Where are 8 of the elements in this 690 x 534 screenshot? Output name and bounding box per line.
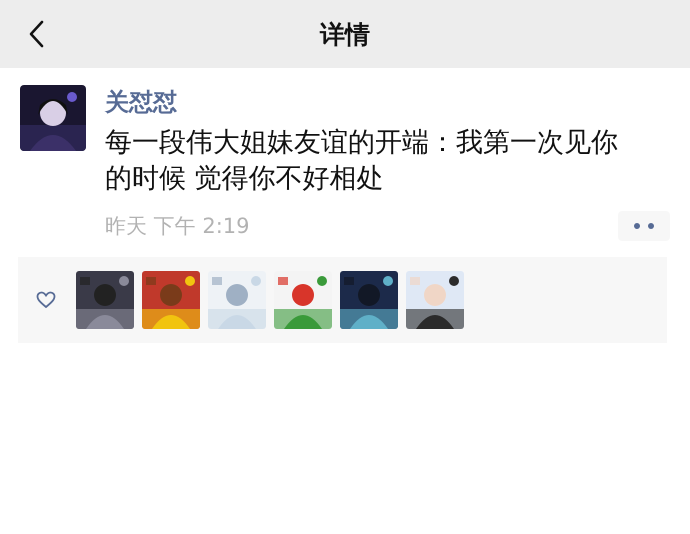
window-title: 详情 — [320, 18, 370, 50]
dots-icon — [632, 222, 656, 230]
back-icon[interactable] — [28, 20, 44, 48]
user-name[interactable]: 关怼怼 — [105, 85, 177, 119]
post-time: 昨天 下午 2:19 — [105, 213, 250, 240]
post-text: 每一段伟大姐妹友谊的开端：我第一次见你的时候 觉得你不好相处 — [105, 126, 619, 196]
more-button[interactable] — [618, 211, 670, 241]
heart-icon — [36, 291, 56, 309]
